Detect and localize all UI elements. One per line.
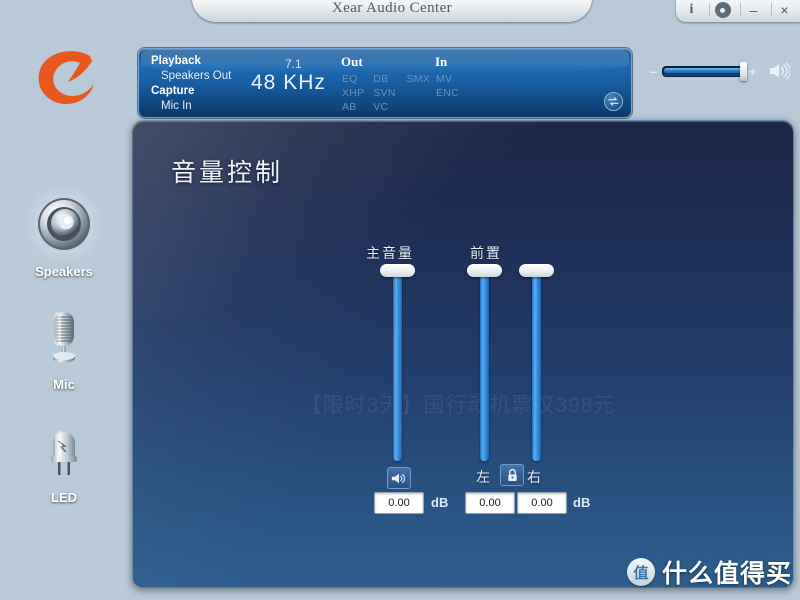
speaker-on-icon[interactable] bbox=[768, 62, 790, 80]
capture-device: Mic In bbox=[161, 100, 192, 112]
main-panel: 音量控制 【限时3天】国行动机票仅398元 主音量 0.00 dB 前置 左 右… bbox=[132, 120, 794, 588]
master-volume-control: – + bbox=[648, 58, 790, 84]
volume-sliders-area: 主音量 0.00 dB 前置 左 右 0.00 0.00 dB bbox=[133, 121, 793, 587]
lock-icon[interactable] bbox=[500, 464, 524, 486]
tag-smx: SMX bbox=[406, 73, 431, 85]
front-right-label: 右 bbox=[527, 469, 541, 485]
tag-enc: ENC bbox=[436, 87, 460, 99]
in-section-label: In bbox=[435, 54, 448, 69]
front-right-slider-thumb[interactable] bbox=[519, 264, 554, 277]
out-tags-row-3: AB VC bbox=[342, 101, 388, 113]
master-volume-thumb[interactable] bbox=[740, 61, 748, 81]
out-tags-row-1: EQ DB SMX bbox=[342, 73, 430, 85]
watermark-logo: 值 bbox=[626, 558, 655, 586]
watermark-text: 什么值得买 bbox=[661, 560, 792, 588]
status-panel: Playback Speakers Out Capture Mic In 7.1… bbox=[138, 48, 632, 118]
window-title: Xear Audio Center bbox=[331, 0, 453, 16]
front-group-label: 前置 bbox=[470, 245, 502, 261]
playback-label: Playback bbox=[151, 55, 201, 67]
tag-ab: AB bbox=[342, 101, 357, 113]
minimize-icon: – bbox=[749, 2, 758, 18]
microphone-icon bbox=[0, 303, 128, 371]
cmedia-logo bbox=[32, 44, 104, 114]
speaker-icon bbox=[0, 181, 128, 267]
front-left-label: 左 bbox=[476, 469, 490, 485]
out-tags-row-2: XHP SVN bbox=[342, 87, 396, 99]
playback-device: Speakers Out bbox=[161, 70, 232, 82]
tag-db: DB bbox=[373, 73, 389, 85]
master-volume-fill bbox=[663, 67, 742, 73]
master-volume-slider[interactable] bbox=[661, 61, 748, 81]
sidebar-item-label: Mic bbox=[53, 377, 75, 392]
site-watermark: 值 什么值得买 bbox=[626, 554, 792, 590]
master-volume-slider-thumb[interactable] bbox=[380, 264, 415, 277]
front-left-slider-thumb[interactable] bbox=[467, 264, 502, 277]
tag-mv: MV bbox=[436, 73, 453, 85]
tag-xhp: XHP bbox=[342, 87, 365, 99]
out-section-label: Out bbox=[341, 54, 363, 69]
speaker-mute-icon[interactable] bbox=[387, 467, 411, 489]
led-bulb-icon bbox=[0, 416, 128, 484]
close-button[interactable]: × bbox=[770, 0, 798, 20]
channel-config: 7.1 bbox=[285, 57, 302, 71]
sidebar-item-speakers[interactable]: Speakers bbox=[0, 181, 128, 279]
window-controls: i – × bbox=[676, 0, 800, 22]
in-tags-row-2: ENC bbox=[436, 87, 459, 99]
tag-eq: EQ bbox=[342, 73, 358, 85]
master-db-input[interactable]: 0.00 bbox=[374, 492, 424, 514]
tag-vc: VC bbox=[373, 101, 389, 113]
front-left-slider[interactable] bbox=[467, 264, 502, 461]
gear-icon bbox=[716, 4, 729, 16]
close-icon: × bbox=[780, 2, 789, 18]
master-volume-group-label: 主音量 bbox=[366, 245, 414, 261]
sidebar: Speakers Mic LED bbox=[0, 181, 128, 529]
front-right-db-input[interactable]: 0.00 bbox=[517, 492, 567, 514]
sidebar-item-label: LED bbox=[51, 490, 77, 505]
info-button[interactable]: i bbox=[679, 0, 705, 20]
title-bar: Xear Audio Center i – × bbox=[0, 0, 800, 26]
title-tab: Xear Audio Center bbox=[192, 0, 592, 22]
front-right-slider[interactable] bbox=[519, 264, 554, 461]
in-tags-row-1: MV bbox=[436, 73, 452, 85]
capture-label: Capture bbox=[151, 85, 195, 97]
front-left-db-input[interactable]: 0.00 bbox=[465, 492, 515, 514]
volume-increase-button[interactable]: + bbox=[747, 64, 758, 79]
sidebar-item-led[interactable]: LED bbox=[0, 416, 128, 505]
volume-decrease-button[interactable]: – bbox=[648, 64, 659, 79]
swap-arrows-icon[interactable] bbox=[604, 92, 623, 111]
xear-audio-center-window: Xear Audio Center i – × Playback Speaker… bbox=[0, 0, 800, 600]
master-db-unit: dB bbox=[431, 495, 449, 510]
settings-button[interactable] bbox=[708, 0, 736, 20]
minimize-button[interactable]: – bbox=[739, 0, 767, 20]
tag-svn: SVN bbox=[373, 87, 396, 99]
master-volume-vertical-slider[interactable] bbox=[380, 264, 415, 461]
sample-rate: 48 KHz bbox=[251, 71, 326, 94]
front-db-unit: dB bbox=[573, 495, 591, 510]
sidebar-item-mic[interactable]: Mic bbox=[0, 303, 128, 392]
